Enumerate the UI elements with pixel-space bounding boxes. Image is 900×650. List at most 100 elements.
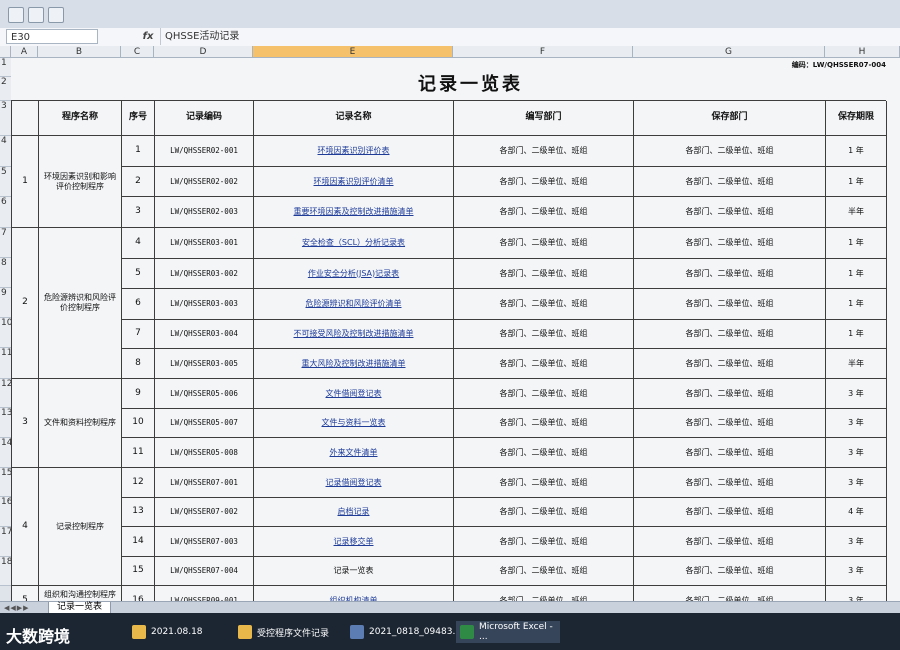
row-header-4[interactable]: 4 [0, 136, 11, 167]
record-keeper[interactable]: 各部门、二级单位、班组 [634, 349, 826, 379]
record-keeper[interactable]: 各部门、二级单位、班组 [634, 498, 826, 527]
record-keeper[interactable]: 各部门、二级单位、班组 [634, 379, 826, 409]
record-name-link[interactable]: 组织机构清单 [254, 586, 454, 601]
row-header-8[interactable]: 8 [0, 258, 11, 288]
record-code[interactable]: LW/QHSSER05-008 [155, 438, 254, 468]
record-author[interactable]: 各部门、二级单位、班组 [454, 320, 634, 349]
record-keeper[interactable]: 各部门、二级单位、班组 [634, 468, 826, 498]
record-period[interactable]: 1 年 [826, 228, 887, 259]
record-period[interactable]: 1 年 [826, 167, 887, 197]
row-header-12[interactable]: 12 [0, 379, 12, 408]
record-code[interactable]: LW/QHSSER05-006 [155, 379, 254, 409]
record-period[interactable]: 1 年 [826, 259, 887, 289]
record-period[interactable]: 3 年 [826, 586, 887, 601]
group-no[interactable]: 5 [12, 586, 39, 601]
record-code[interactable]: LW/QHSSER03-004 [155, 320, 254, 349]
col-header-d[interactable]: D [154, 46, 253, 58]
record-keeper[interactable]: 各部门、二级单位、班组 [634, 527, 826, 557]
row-header-11[interactable]: 11 [0, 348, 12, 379]
record-name-link[interactable]: 重大风险及控制改进措施清单 [254, 349, 454, 379]
record-code[interactable]: LW/QHSSER09-001 [155, 586, 254, 601]
col-header-c[interactable]: C [121, 46, 154, 58]
row-header-10[interactable]: 10 [0, 318, 12, 348]
record-author[interactable]: 各部门、二级单位、班组 [454, 557, 634, 586]
record-seq[interactable]: 4 [122, 228, 155, 259]
record-name-link[interactable]: 不可接受风险及控制改进措施清单 [254, 320, 454, 349]
record-seq[interactable]: 16 [122, 586, 155, 601]
record-period[interactable]: 1 年 [826, 320, 887, 349]
record-period[interactable]: 4 年 [826, 498, 887, 527]
row-header-3[interactable]: 3 [0, 101, 11, 136]
record-code[interactable]: LW/QHSSER02-003 [155, 197, 254, 228]
record-name-link[interactable]: 记录借阅登记表 [254, 468, 454, 498]
record-keeper[interactable]: 各部门、二级单位、班组 [634, 409, 826, 438]
record-keeper[interactable]: 各部门、二级单位、班组 [634, 197, 826, 228]
record-name-link[interactable]: 重要环境因素及控制改进措施清单 [254, 197, 454, 228]
col-header-a[interactable]: A [11, 46, 38, 58]
record-author[interactable]: 各部门、二级单位、班组 [454, 228, 634, 259]
record-code[interactable]: LW/QHSSER05-007 [155, 409, 254, 438]
taskbar-item[interactable]: 2021_0818_09483... [346, 621, 461, 643]
group-program-name[interactable]: 文件和资料控制程序 [39, 379, 122, 468]
record-seq[interactable]: 5 [122, 259, 155, 289]
record-seq[interactable]: 14 [122, 527, 155, 557]
record-seq[interactable]: 10 [122, 409, 155, 438]
record-name-link[interactable]: 外来文件清单 [254, 438, 454, 468]
row-header-7[interactable]: 7 [0, 228, 11, 258]
record-author[interactable]: 各部门、二级单位、班组 [454, 498, 634, 527]
record-period[interactable]: 半年 [826, 349, 887, 379]
record-author[interactable]: 各部门、二级单位、班组 [454, 438, 634, 468]
record-period[interactable]: 半年 [826, 197, 887, 228]
record-code[interactable]: LW/QHSSER03-001 [155, 228, 254, 259]
record-period[interactable]: 3 年 [826, 379, 887, 409]
record-keeper[interactable]: 各部门、二级单位、班组 [634, 586, 826, 601]
record-author[interactable]: 各部门、二级单位、班组 [454, 259, 634, 289]
row-header-5[interactable]: 5 [0, 167, 11, 197]
record-name-link[interactable]: 作业安全分析(JSA)记录表 [254, 259, 454, 289]
record-name-link[interactable]: 安全检查（SCL）分析记录表 [254, 228, 454, 259]
record-code[interactable]: LW/QHSSER07-002 [155, 498, 254, 527]
record-seq[interactable]: 12 [122, 468, 155, 498]
row-header-9[interactable]: 9 [0, 288, 11, 318]
record-author[interactable]: 各部门、二级单位、班组 [454, 527, 634, 557]
formula-input[interactable]: QHSSE活动记录 [160, 28, 900, 45]
record-period[interactable]: 3 年 [826, 527, 887, 557]
record-author[interactable]: 各部门、二级单位、班组 [454, 167, 634, 197]
record-seq[interactable]: 15 [122, 557, 155, 586]
group-program-name[interactable]: 危险源辨识和风险评价控制程序 [39, 228, 122, 379]
record-code[interactable]: LW/QHSSER03-005 [155, 349, 254, 379]
record-code[interactable]: LW/QHSSER02-001 [155, 136, 254, 167]
group-no[interactable]: 2 [12, 228, 39, 379]
record-period[interactable]: 1 年 [826, 136, 887, 167]
record-period[interactable]: 3 年 [826, 557, 887, 586]
record-code[interactable]: LW/QHSSER03-002 [155, 259, 254, 289]
tab-scroll-arrows-icon[interactable]: ◀◀▶▶ [4, 604, 30, 612]
taskbar-item[interactable]: 2021.08.18 [128, 621, 228, 643]
record-author[interactable]: 各部门、二级单位、班组 [454, 468, 634, 498]
record-keeper[interactable]: 各部门、二级单位、班组 [634, 136, 826, 167]
record-author[interactable]: 各部门、二级单位、班组 [454, 349, 634, 379]
row-header-16[interactable]: 16 [0, 497, 12, 527]
record-name-link[interactable]: 文件与资料一览表 [254, 409, 454, 438]
row-header-1[interactable]: 1 [0, 58, 11, 77]
row-header-13[interactable]: 13 [0, 408, 12, 438]
col-header-f[interactable]: F [453, 46, 633, 58]
row-header-17[interactable]: 17 [0, 527, 12, 557]
record-keeper[interactable]: 各部门、二级单位、班组 [634, 167, 826, 197]
record-keeper[interactable]: 各部门、二级单位、班组 [634, 320, 826, 349]
record-code[interactable]: LW/QHSSER02-002 [155, 167, 254, 197]
record-author[interactable]: 各部门、二级单位、班组 [454, 409, 634, 438]
name-box[interactable]: E30 [6, 29, 98, 44]
record-seq[interactable]: 11 [122, 438, 155, 468]
record-period[interactable]: 3 年 [826, 438, 887, 468]
record-author[interactable]: 各部门、二级单位、班组 [454, 379, 634, 409]
record-name-link[interactable]: 文件借阅登记表 [254, 379, 454, 409]
record-seq[interactable]: 2 [122, 167, 155, 197]
record-author[interactable]: 各部门、二级单位、班组 [454, 289, 634, 320]
record-author[interactable]: 各部门、二级单位、班组 [454, 136, 634, 167]
record-code[interactable]: LW/QHSSER03-003 [155, 289, 254, 320]
col-header-e[interactable]: E [253, 46, 453, 58]
fx-icon[interactable]: fx [140, 28, 156, 45]
taskbar-item-active[interactable]: Microsoft Excel - ... [456, 621, 560, 643]
record-name-link[interactable]: 记录一览表 [254, 557, 454, 586]
